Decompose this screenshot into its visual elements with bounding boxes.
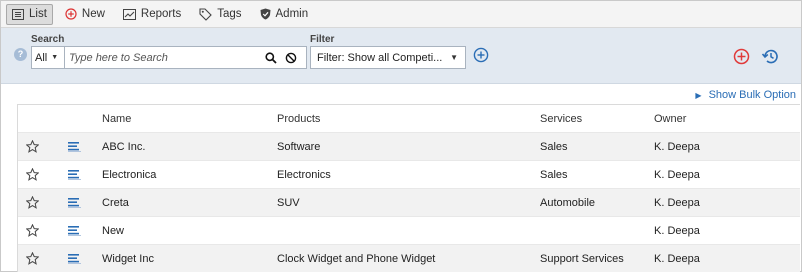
- cell-name[interactable]: Widget Inc: [102, 253, 277, 265]
- details-icon[interactable]: [46, 141, 102, 152]
- cell-owner: K. Deepa: [654, 168, 700, 181]
- cell-name[interactable]: New: [102, 225, 277, 237]
- search-scope-value: All: [35, 51, 48, 64]
- show-bulk-option-label: Show Bulk Option: [708, 89, 796, 101]
- tag-icon: [199, 7, 212, 21]
- search-scope-dropdown[interactable]: All ▼: [32, 47, 65, 68]
- shield-icon: [260, 8, 270, 20]
- nav-list[interactable]: List: [6, 3, 53, 25]
- star-icon[interactable]: [18, 196, 46, 209]
- cell-owner: K. Deepa: [654, 224, 700, 237]
- caret-down-icon: ▼: [450, 53, 458, 62]
- table-header: Name Products Services Owner: [18, 105, 800, 133]
- details-icon[interactable]: [46, 169, 102, 180]
- search-icon[interactable]: [261, 47, 281, 68]
- search-input[interactable]: [65, 48, 261, 67]
- details-icon[interactable]: [46, 253, 102, 264]
- add-filter-icon[interactable]: [473, 47, 489, 66]
- top-nav: List New Reports Tags Admin: [1, 1, 801, 28]
- table-row[interactable]: Creta SUV Automobile K. Deepa: [18, 189, 800, 217]
- nav-admin-label: Admin: [275, 8, 309, 20]
- cell-name[interactable]: Creta: [102, 197, 277, 209]
- nav-reports-label: Reports: [140, 8, 182, 20]
- column-header-owner[interactable]: Owner: [654, 113, 794, 125]
- cell-services: Support Services: [540, 252, 624, 265]
- star-icon[interactable]: [18, 224, 46, 237]
- table-row[interactable]: Widget Inc Clock Widget and Phone Widget…: [18, 245, 800, 272]
- nav-admin[interactable]: Admin: [254, 4, 315, 25]
- table-row[interactable]: New K. Deepa: [18, 217, 800, 245]
- filter-value: Filter: Show all Competi...: [317, 51, 443, 64]
- star-icon[interactable]: [18, 140, 46, 153]
- plus-circle-icon: [65, 8, 77, 20]
- nav-tags[interactable]: Tags: [193, 4, 247, 25]
- cell-owner: K. Deepa: [654, 252, 700, 265]
- search-box: All ▼: [31, 46, 307, 69]
- add-record-icon[interactable]: [733, 48, 750, 68]
- nav-list-label: List: [29, 8, 47, 20]
- cell-services: Sales: [540, 168, 568, 181]
- cell-products: Electronics: [277, 168, 331, 181]
- table-row[interactable]: ABC Inc. Software Sales K. Deepa: [18, 133, 800, 161]
- help-icon[interactable]: ?: [14, 48, 27, 61]
- star-icon[interactable]: [18, 252, 46, 265]
- nav-new-label: New: [81, 8, 105, 20]
- details-icon[interactable]: [46, 197, 102, 208]
- caret-right-icon: ▶: [695, 90, 702, 100]
- cell-products: SUV: [277, 196, 300, 209]
- search-label: Search: [31, 34, 65, 45]
- caret-down-icon: ▼: [51, 54, 59, 61]
- cell-services: Sales: [540, 140, 568, 153]
- nav-reports[interactable]: Reports: [117, 4, 187, 25]
- chart-icon: [122, 8, 136, 20]
- show-bulk-option-link[interactable]: ▶ Show Bulk Option: [695, 89, 796, 101]
- filter-dropdown[interactable]: Filter: Show all Competi... ▼: [310, 46, 466, 69]
- list-icon: [12, 8, 24, 20]
- table-row[interactable]: Electronica Electronics Sales K. Deepa: [18, 161, 800, 189]
- nav-new[interactable]: New: [59, 4, 111, 25]
- clear-search-icon[interactable]: [281, 47, 301, 68]
- cell-owner: K. Deepa: [654, 196, 700, 209]
- cell-name[interactable]: ABC Inc.: [102, 141, 277, 153]
- history-icon[interactable]: [761, 48, 779, 68]
- cell-products: Software: [277, 140, 321, 153]
- column-header-name[interactable]: Name: [102, 113, 277, 125]
- column-header-services[interactable]: Services: [540, 113, 654, 125]
- nav-tags-label: Tags: [217, 8, 242, 20]
- cell-name[interactable]: Electronica: [102, 169, 277, 181]
- details-icon[interactable]: [46, 225, 102, 236]
- cell-products: Clock Widget and Phone Widget: [277, 252, 436, 265]
- filter-label: Filter: [310, 34, 335, 45]
- cell-owner: K. Deepa: [654, 140, 700, 153]
- star-icon[interactable]: [18, 168, 46, 181]
- column-header-products[interactable]: Products: [277, 113, 540, 125]
- cell-services: Automobile: [540, 196, 596, 209]
- records-table: Name Products Services Owner ABC Inc. So…: [17, 104, 800, 272]
